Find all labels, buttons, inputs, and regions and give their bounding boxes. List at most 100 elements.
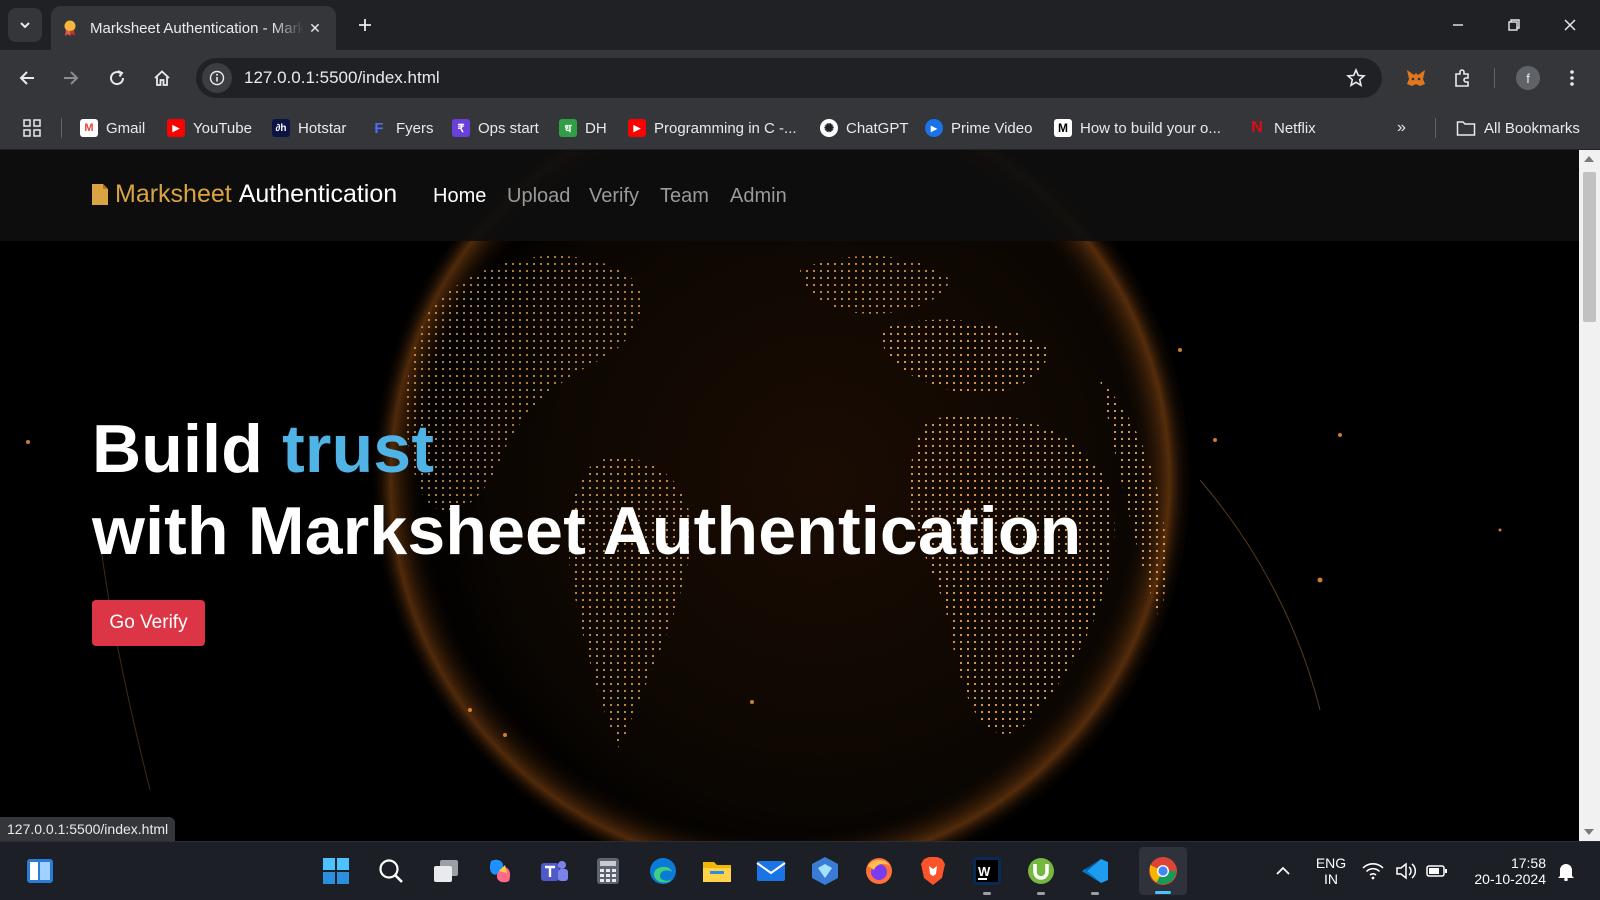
region-code: IN bbox=[1324, 871, 1338, 887]
more-bookmarks-chevron-icon[interactable]: » bbox=[1397, 116, 1406, 140]
all-bookmarks-button[interactable]: All Bookmarks bbox=[1456, 116, 1580, 140]
minimize-icon bbox=[1453, 24, 1463, 26]
forward-button[interactable] bbox=[55, 62, 87, 94]
notification-bell-icon[interactable] bbox=[1553, 853, 1579, 889]
apps-grid-icon[interactable] bbox=[22, 116, 42, 140]
browser-menu-button[interactable] bbox=[1556, 62, 1588, 94]
running-indicator bbox=[1155, 891, 1171, 894]
file-explorer-icon[interactable] bbox=[699, 853, 735, 889]
browser-tab-strip: Marksheet Authentication - Marksheet Aut… bbox=[0, 0, 1600, 50]
bookmark-star-icon[interactable] bbox=[1340, 62, 1372, 94]
scroll-down-arrow-icon[interactable] bbox=[1584, 829, 1594, 835]
calculator-icon[interactable] bbox=[590, 853, 626, 889]
profile-initial: f bbox=[1516, 66, 1540, 90]
reload-button[interactable] bbox=[101, 62, 133, 94]
show-hidden-icons-chevron-icon[interactable] bbox=[1265, 853, 1301, 889]
bookmark-label: Programming in C -... bbox=[654, 119, 797, 137]
home-icon bbox=[154, 70, 170, 86]
profile-avatar[interactable]: f bbox=[1512, 62, 1544, 94]
plus-icon bbox=[359, 19, 371, 31]
nav-link-upload[interactable]: Upload bbox=[507, 185, 570, 208]
nav-link-home[interactable]: Home bbox=[433, 185, 486, 208]
page-viewport: Marksheet Authentication Home Upload Ver… bbox=[0, 150, 1579, 841]
all-bookmarks-label: All Bookmarks bbox=[1484, 119, 1580, 137]
bookmark-dh[interactable]: ध DH bbox=[559, 116, 607, 140]
brave-icon[interactable] bbox=[915, 853, 951, 889]
bookmark-gmail[interactable]: M Gmail bbox=[80, 116, 145, 140]
vscode-icon[interactable] bbox=[1077, 853, 1113, 895]
brand-text-gold: Marksheet bbox=[115, 180, 232, 208]
youtube-icon: ▶ bbox=[628, 119, 646, 137]
youtube-icon: ▶ bbox=[167, 119, 185, 137]
page-scrollbar[interactable] bbox=[1579, 150, 1600, 841]
copilot-icon[interactable] bbox=[482, 853, 518, 889]
bookmark-label: Gmail bbox=[106, 119, 146, 137]
browser-tab[interactable]: Marksheet Authentication - Marksheet Aut… bbox=[51, 6, 336, 50]
chatgpt-icon: ✺ bbox=[820, 119, 838, 137]
firefox-icon[interactable] bbox=[861, 853, 897, 889]
app-icon[interactable] bbox=[807, 853, 843, 889]
edge-icon[interactable] bbox=[645, 853, 681, 889]
new-tab-button[interactable] bbox=[350, 10, 380, 40]
close-icon bbox=[1564, 19, 1576, 31]
chrome-icon[interactable] bbox=[1139, 847, 1187, 895]
scrollbar-thumb[interactable] bbox=[1583, 172, 1596, 322]
bookmark-hotstar[interactable]: ∂h Hotstar bbox=[272, 116, 346, 140]
minimize-button[interactable] bbox=[1430, 0, 1486, 50]
chevron-down-icon bbox=[20, 22, 30, 29]
prime-video-icon: ▶ bbox=[925, 119, 943, 137]
file-icon bbox=[92, 184, 108, 205]
home-button[interactable] bbox=[146, 62, 178, 94]
folder-icon bbox=[1456, 121, 1476, 136]
go-verify-button[interactable]: Go Verify bbox=[92, 600, 205, 646]
gmail-icon: M bbox=[80, 119, 98, 137]
close-window-button[interactable] bbox=[1542, 0, 1598, 50]
task-view-icon[interactable] bbox=[428, 853, 464, 889]
extensions-icon[interactable] bbox=[1446, 62, 1478, 94]
nav-link-admin[interactable]: Admin bbox=[730, 185, 787, 208]
bookmark-chatgpt[interactable]: ✺ ChatGPT bbox=[820, 116, 909, 140]
tab-title: Marksheet Authentication - Marksheet Aut… bbox=[90, 19, 304, 37]
metamask-extension-icon[interactable] bbox=[1400, 62, 1432, 94]
bookmark-programming-in-c[interactable]: ▶ Programming in C -... bbox=[628, 116, 797, 140]
scroll-up-arrow-icon[interactable] bbox=[1584, 156, 1594, 162]
bookmark-youtube[interactable]: ▶ YouTube bbox=[167, 116, 252, 140]
site-brand[interactable]: Marksheet Authentication bbox=[91, 180, 397, 209]
bookmark-netflix[interactable]: N Netflix bbox=[1248, 116, 1315, 140]
clock[interactable]: 17:58 20-10-2024 bbox=[1466, 855, 1546, 887]
bookmarks-bar: M Gmail ▶ YouTube ∂h Hotstar F Fyers ₹ O… bbox=[0, 106, 1600, 150]
bookmark-ops-start[interactable]: ₹ Ops start bbox=[452, 116, 539, 140]
language-indicator[interactable]: ENG IN bbox=[1313, 855, 1349, 887]
arrow-right-icon bbox=[64, 71, 79, 85]
bookmark-label: How to build your o... bbox=[1080, 119, 1221, 137]
volume-icon[interactable] bbox=[1393, 853, 1419, 889]
battery-icon[interactable] bbox=[1424, 853, 1450, 889]
browser-toolbar: 127.0.0.1:5500/index.html f bbox=[0, 50, 1600, 106]
tab-close-icon[interactable]: ✕ bbox=[304, 17, 326, 39]
nav-link-team[interactable]: Team bbox=[660, 185, 709, 208]
bookmark-prime-video[interactable]: ▶ Prime Video bbox=[925, 116, 1032, 140]
clock-time: 17:58 bbox=[1510, 855, 1546, 871]
widgets-icon[interactable] bbox=[22, 853, 58, 889]
restore-button[interactable] bbox=[1486, 0, 1542, 50]
utorrent-icon[interactable] bbox=[1023, 853, 1059, 895]
url-text[interactable]: 127.0.0.1:5500/index.html bbox=[244, 68, 1340, 88]
site-info-icon[interactable] bbox=[202, 63, 232, 93]
hero-heading-line-2: with Marksheet Authentication bbox=[92, 493, 1082, 569]
nav-link-verify[interactable]: Verify bbox=[589, 185, 639, 208]
address-bar[interactable]: 127.0.0.1:5500/index.html bbox=[196, 58, 1382, 98]
search-icon[interactable] bbox=[373, 853, 409, 889]
bookmark-fyers[interactable]: F Fyers bbox=[370, 116, 433, 140]
back-button[interactable] bbox=[11, 62, 43, 94]
teams-icon[interactable] bbox=[536, 853, 572, 889]
mail-icon[interactable] bbox=[753, 853, 789, 889]
start-icon[interactable] bbox=[318, 853, 354, 889]
site-navbar: Marksheet Authentication Home Upload Ver… bbox=[0, 150, 1579, 241]
webstorm-icon[interactable]: W bbox=[969, 853, 1005, 895]
wifi-icon[interactable] bbox=[1360, 853, 1386, 889]
tab-search-button[interactable] bbox=[8, 8, 42, 42]
bookmark-medium[interactable]: M How to build your o... bbox=[1054, 116, 1221, 140]
medium-icon: M bbox=[1054, 119, 1072, 137]
link-status-bubble: 127.0.0.1:5500/index.html bbox=[0, 817, 176, 841]
brand-text-white: Authentication bbox=[238, 180, 398, 208]
